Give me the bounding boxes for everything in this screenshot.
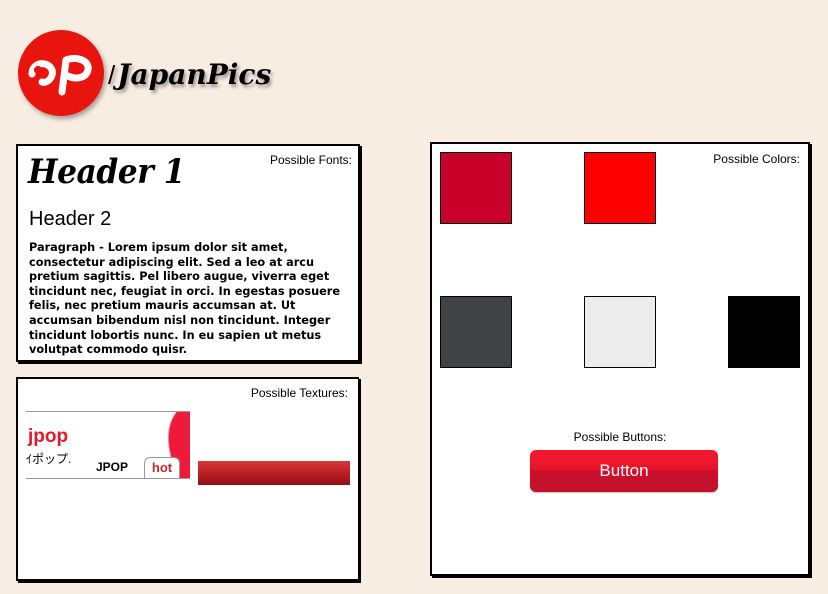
jpop-texture-sample: jpop ｲポップ. JPOP hot [26,411,190,479]
sample-button[interactable]: Button [530,450,718,492]
logo-slash: / [108,60,116,90]
jpop-subtitle: ｲポップ. [26,452,72,466]
color-swatch-light-gray [584,296,656,368]
buttons-label: Possible Buttons: [573,430,667,444]
header-2-sample: Header 2 [29,208,112,230]
fonts-panel: Possible Fonts: Header 1 Header 2 Paragr… [16,144,360,362]
red-gradient-texture [198,461,350,485]
color-swatch-red [584,152,656,224]
jp-logo-icon [28,54,92,96]
color-swatch-crimson [440,152,512,224]
header-1-sample: Header 1 [28,152,185,192]
textures-panel: Possible Textures: jpop ｲポップ. JPOP hot [16,377,359,581]
logo-wordmark: /JapanPics [108,58,271,98]
textures-panel-label: Possible Textures: [250,386,348,400]
color-swatch-black [728,296,800,368]
colors-panel-label: Possible Colors: [713,152,800,166]
tab-jpop[interactable]: JPOP [96,460,128,474]
logo-mark [18,30,104,116]
colors-panel: Possible Colors: Possible Buttons: Butto… [430,142,810,576]
jpop-title: jpop [28,426,69,447]
logo-name: JapanPics [117,58,272,91]
paragraph-sample: Paragraph - Lorem ipsum dolor sit amet, … [29,241,341,357]
fonts-panel-label: Possible Fonts: [269,153,352,167]
color-swatch-dark-gray [440,296,512,368]
tab-hot[interactable]: hot [144,457,180,478]
